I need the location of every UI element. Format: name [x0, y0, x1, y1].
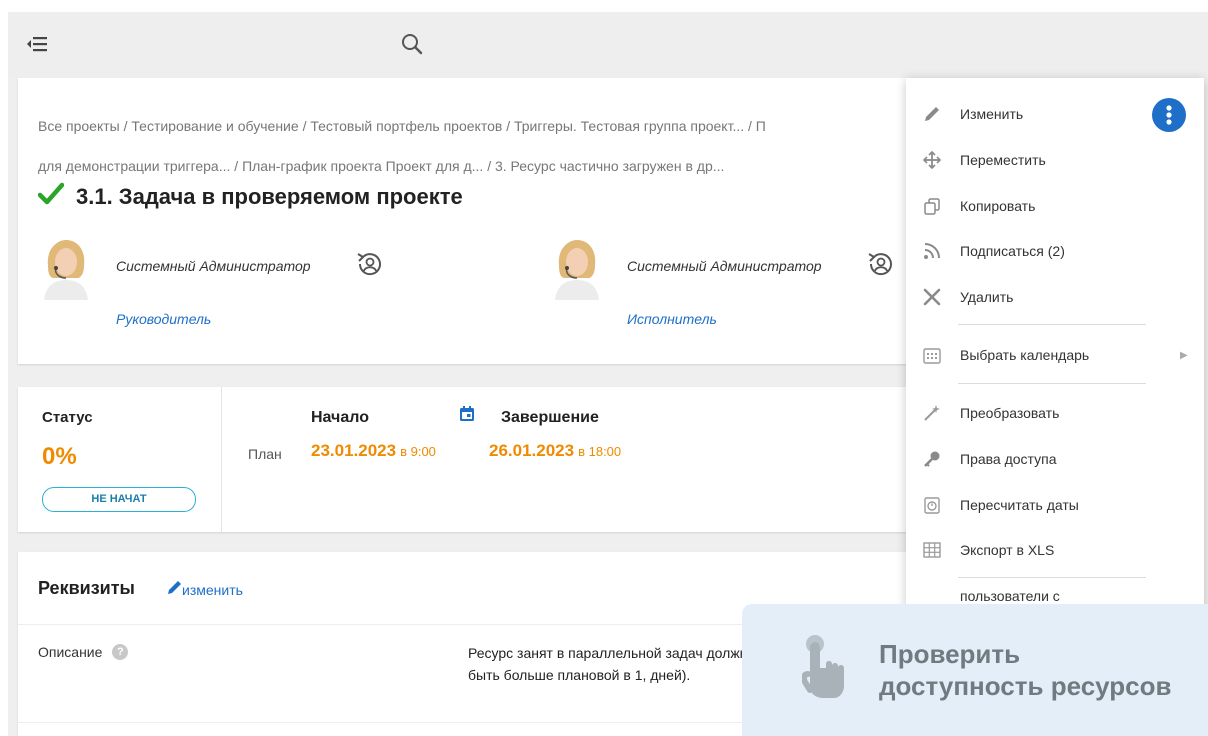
person-name: Системный Администратор	[627, 258, 822, 274]
breadcrumb-separator: /	[748, 118, 756, 134]
edit-properties-link[interactable]: изменить	[166, 580, 243, 599]
check-resources-callout[interactable]: Проверить доступность ресурсов	[742, 604, 1208, 736]
callout-line-2: доступность ресурсов	[879, 671, 1172, 701]
magic-wand-icon	[920, 401, 944, 425]
breadcrumb-item[interactable]: П	[756, 118, 766, 134]
chevron-right-icon: ▶	[1180, 349, 1188, 361]
reassign-user-icon[interactable]	[865, 248, 897, 280]
end-date-value: 26.01.2023	[489, 441, 575, 460]
table-icon	[920, 538, 944, 562]
avatar[interactable]	[38, 238, 94, 300]
start-date-value: 23.01.2023	[311, 441, 397, 460]
menu-item-delete[interactable]: Удалить	[906, 277, 1204, 317]
end-time: в 18:00	[578, 444, 622, 459]
menu-item-label: Экспорт в XLS	[960, 542, 1055, 558]
breadcrumb-item[interactable]: 3. Ресурс частично загружен в др...	[495, 158, 724, 174]
menu-item-move[interactable]: Переместить	[906, 140, 1204, 180]
start-label: Начало	[311, 409, 369, 426]
menu-item-edit[interactable]: Изменить	[906, 94, 1204, 134]
menu-item-recalc-dates[interactable]: Пересчитать даты	[906, 485, 1204, 525]
move-icon	[920, 148, 944, 172]
pencil-icon	[166, 580, 182, 599]
role-link-manager[interactable]: Руководитель	[116, 311, 211, 327]
pencil-icon	[920, 102, 944, 126]
person-executor: Системный Администратор Исполнитель	[549, 238, 949, 328]
help-icon[interactable]: ?	[112, 644, 129, 660]
menu-item-label: Преобразовать	[960, 405, 1060, 421]
menu-item-select-calendar[interactable]: Выбрать календарь ▶	[906, 335, 1204, 375]
menu-divider	[958, 324, 1146, 325]
menu-item-label: пользователи с	[960, 588, 1060, 604]
menu-item-convert[interactable]: Преобразовать	[906, 393, 1204, 433]
description-text: Ресурс занят в параллельной задач должна…	[468, 645, 756, 683]
menu-item-copy[interactable]: Копировать	[906, 186, 1204, 226]
start-date: 23.01.2023 в 9:00	[311, 441, 436, 461]
menu-divider	[958, 383, 1146, 384]
end-label: Завершение	[501, 409, 599, 426]
breadcrumb-item[interactable]: Все проекты	[38, 118, 120, 134]
start-time: в 9:00	[400, 444, 436, 459]
person-name: Системный Администратор	[116, 258, 311, 274]
calendar-icon[interactable]	[458, 405, 476, 423]
hand-pointer-icon	[801, 634, 846, 700]
menu-divider	[958, 577, 1146, 578]
end-date: 26.01.2023 в 18:00	[489, 441, 621, 461]
menu-item-label: Подписаться (2)	[960, 243, 1065, 259]
rss-icon	[920, 239, 944, 263]
collapse-menu-icon[interactable]	[24, 32, 52, 56]
menu-item-label: Копировать	[960, 198, 1036, 214]
breadcrumb-item[interactable]: План-график проекта Проект для д...	[242, 158, 483, 174]
breadcrumb-separator: /	[487, 158, 495, 174]
copy-icon	[920, 194, 944, 218]
reassign-user-icon[interactable]	[354, 248, 386, 280]
person-manager: Системный Администратор Руководитель	[38, 238, 438, 328]
progress-value: 0%	[42, 443, 77, 470]
callout-line-1: Проверить	[879, 639, 1021, 669]
menu-item-label: Пересчитать даты	[960, 497, 1079, 513]
breadcrumb-separator: /	[234, 158, 243, 174]
breadcrumb-item[interactable]: Тестирование и обучение	[131, 118, 298, 134]
menu-item-label: Переместить	[960, 152, 1046, 168]
menu-item-label: Права доступа	[960, 451, 1057, 467]
page-title: 3.1. Задача в проверяемом проекте	[76, 183, 463, 209]
task-title-row: 3.1. Задача в проверяемом проекте	[37, 182, 463, 211]
breadcrumb-separator: /	[506, 118, 514, 134]
breadcrumb-item[interactable]: Тестовый портфель проектов	[310, 118, 502, 134]
plan-label: План	[248, 446, 282, 462]
description-label: Описание	[38, 644, 103, 660]
avatar[interactable]	[549, 238, 605, 300]
menu-item-access-rights[interactable]: Права доступа	[906, 439, 1204, 479]
timer-icon	[920, 493, 944, 517]
breadcrumb: Все проекты / Тестирование и обучение / …	[38, 106, 898, 186]
menu-item-subscribe[interactable]: Подписаться (2)	[906, 231, 1204, 271]
role-link-executor[interactable]: Исполнитель	[627, 311, 717, 327]
close-icon	[920, 285, 944, 309]
properties-title: Реквизиты	[38, 578, 135, 598]
menu-item-export-xls[interactable]: Экспорт в XLS	[906, 530, 1204, 570]
breadcrumb-item[interactable]: Триггеры. Тестовая группа проект...	[514, 118, 744, 134]
top-bar	[8, 12, 1208, 76]
status-label: Статус	[42, 409, 93, 426]
breadcrumb-item[interactable]: для демонстрации триггера...	[38, 158, 230, 174]
key-icon	[920, 447, 944, 471]
menu-item-label: Выбрать календарь	[960, 347, 1090, 363]
status-badge[interactable]: НЕ НАЧАТ	[42, 487, 196, 512]
menu-item-label: Изменить	[960, 106, 1024, 122]
calendar-icon	[920, 343, 944, 367]
status-block: Статус 0% НЕ НАЧАТ	[18, 387, 222, 532]
checkmark-icon	[37, 182, 65, 211]
callout-text: Проверить доступность ресурсов	[879, 638, 1171, 702]
description-label-row: Описание ?	[38, 644, 129, 660]
context-menu: Изменить Переместить Копировать Подписат…	[906, 78, 1204, 638]
search-icon[interactable]	[398, 30, 426, 58]
edit-properties-label: изменить	[182, 581, 243, 598]
menu-item-label: Удалить	[960, 289, 1014, 305]
